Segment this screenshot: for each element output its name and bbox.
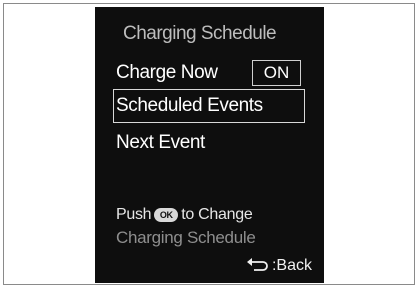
hint-prefix: Push xyxy=(116,206,152,223)
back-button[interactable]: :Back xyxy=(246,257,312,275)
ok-button-icon: OK xyxy=(154,208,179,222)
menu-item-next-event[interactable]: Next Event xyxy=(116,132,205,154)
charge-now-toggle[interactable]: ON xyxy=(252,60,301,86)
back-label: :Back xyxy=(271,257,312,274)
display-screen: Charging Schedule Charge Now ON Schedule… xyxy=(95,7,324,283)
menu-item-charge-now[interactable]: Charge Now xyxy=(116,62,218,84)
hint-line: Push OK to Change xyxy=(116,206,253,224)
hint-line-2: Charging Schedule xyxy=(116,228,256,247)
menu-item-scheduled-events[interactable]: Scheduled Events xyxy=(113,89,305,123)
screen-title: Charging Schedule xyxy=(123,23,277,44)
back-arrow-icon xyxy=(246,258,268,271)
hint-suffix: to Change xyxy=(181,206,253,223)
